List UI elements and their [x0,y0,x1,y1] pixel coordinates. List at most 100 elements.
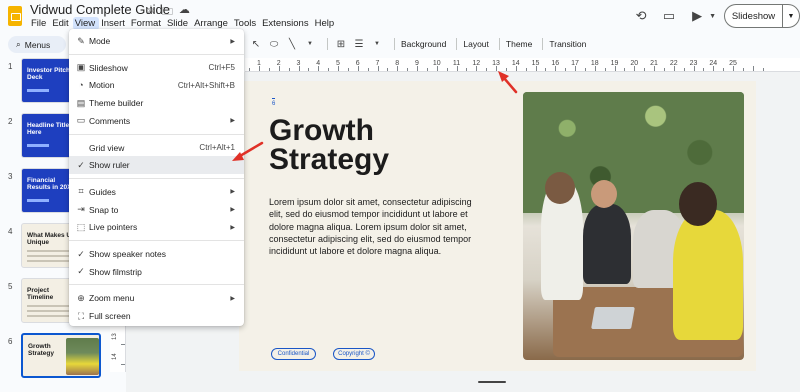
menu-item-show-speaker-notes[interactable]: ✓ Show speaker notes [69,245,244,263]
ruler-number: 7 [375,60,380,67]
theme-button[interactable]: Theme [506,39,532,49]
thumbnail-accent [27,199,49,202]
menu-extensions[interactable]: Extensions [260,17,312,30]
filmstrip-thumbnail[interactable]: Growth Strategy [21,333,101,378]
menu-separator [69,177,244,179]
thumbnail-accent [27,89,49,92]
ruler-tick [446,68,448,71]
ruler-tick [703,68,705,71]
menu-item-label: Guides [89,186,116,197]
ruler-number: 8 [395,60,400,67]
menu-item-shortcut: Ctrl+Alt+1 [199,143,235,152]
slideshow-options-button[interactable]: ▼ [782,4,800,28]
slide-title[interactable]: Growth Strategy [269,116,390,176]
ruler-tick [347,68,349,71]
photo-head [545,172,575,204]
horizontal-ruler[interactable]: 1 2 3 4 5 6 7 8 9 10 11 12 13 14 15 16 17 18 19 20 21 22 23 24 2… [239,58,800,72]
menu-help[interactable]: Help [313,17,339,30]
menu-separator [69,133,244,135]
ruler-number: 13 [492,60,500,67]
filmstrip-slide-number: 6 [8,337,13,346]
slide-title-line: Strategy [269,143,390,176]
ruler-tick [584,68,586,71]
align-icon[interactable]: ☰ [352,39,366,50]
snap-icon: ⇥ [77,204,85,215]
submenu-arrow-icon: ▶ [230,224,235,231]
history-icon[interactable]: ⟲ [630,5,652,27]
menu-edit[interactable]: Edit [50,17,72,30]
background-button[interactable]: Background [401,39,446,49]
ruler-tick [121,344,125,345]
chevron-down-icon[interactable]: ▼ [370,41,384,47]
ruler-number: 18 [590,60,599,67]
ruler-number: 22 [669,60,678,67]
ruler-tick [288,68,290,71]
thumbnail-photo [66,338,99,375]
menu-item-theme-builder[interactable]: ▤ Theme builder [69,94,244,112]
menu-item-show-ruler[interactable]: ✓ Show ruler [69,156,244,175]
chevron-down-icon[interactable]: ▼ [709,13,716,20]
menu-item-guides[interactable]: ⌗ Guides ▶ [69,183,244,201]
photo-person [673,210,743,340]
ruler-tick [545,68,547,71]
filmstrip-slide-number: 4 [8,227,13,236]
check-icon: ✓ [77,248,85,259]
filmstrip-slide-number: 1 [8,62,13,71]
menu-item-live-pointers[interactable]: ⬚ Live pointers ▶ [69,218,244,236]
line-icon[interactable]: ╲ [285,39,299,50]
ruler-number: 19 [610,60,619,67]
menu-item-snap-to[interactable]: ⇥ Snap to ▶ [69,201,244,219]
filmstrip-slide[interactable]: 6 Growth Strategy [0,333,108,385]
ruler-number: 4 [316,60,321,67]
shape-icon[interactable]: ⬭ [267,39,281,50]
menu-item-full-screen[interactable]: ⛶ Full screen [69,307,244,325]
insert-comment-icon[interactable]: ⊞ [334,39,348,50]
slides-logo-icon[interactable] [8,6,22,26]
ruler-number: 13 [112,333,118,340]
ruler-tick [742,68,744,71]
menu-item-label: Full screen [89,311,131,322]
transition-button[interactable]: Transition [549,39,586,49]
menu-item-label: Show filmstrip [89,266,142,277]
menu-item-shortcut: Ctrl+F5 [208,63,235,73]
menu-item-motion[interactable]: ◔ Motion Ctrl+Alt+Shift+B [69,76,244,94]
menu-item-comments[interactable]: ▭ Comments ▶ [69,112,244,130]
menu-item-slideshow[interactable]: ▣ Slideshow Ctrl+F5 [69,59,244,77]
ruler-tick [486,68,488,71]
menu-item-grid-view[interactable]: Grid view Ctrl+Alt+1 [69,139,244,157]
chevron-down-icon[interactable]: ▼ [303,41,317,47]
speaker-notes-handle[interactable] [478,381,506,383]
check-icon: ✓ [77,266,85,277]
comments-icon: ▭ [76,115,86,126]
photo-laptop [591,307,635,329]
ruler-number: 10 [432,60,441,67]
menu-item-mode[interactable]: ✎ Mode ▶ [69,32,244,50]
menus-search-button[interactable]: ⌕ Menus [8,36,66,53]
toolbar-divider [498,38,500,50]
live-pointers-icon: ⬚ [76,221,86,232]
layout-button[interactable]: Layout [463,39,489,49]
ruler-tick [328,68,330,71]
menu-item-show-filmstrip[interactable]: ✓ Show filmstrip [69,263,244,281]
menu-file[interactable]: File [29,17,50,30]
copyright-pill[interactable]: Copyright © [333,348,375,360]
confidential-pill[interactable]: Confidential [271,348,316,360]
theme-builder-icon: ▤ [76,97,86,108]
search-icon: ⌕ [16,39,21,49]
ruler-number: 3 [296,60,301,67]
ruler-tick [644,68,646,71]
slideshow-button[interactable]: Slideshow [724,4,782,28]
ruler-number: 14 [511,60,520,67]
slide-number[interactable]: 6 [272,98,276,107]
slide-photo[interactable] [523,92,744,360]
toolbar-items: ↖ ⬭ ╲ ▼ ⊞ ☰ ▼ Background Layout Theme Tr… [249,38,590,50]
ruler-tick [466,68,468,71]
menu-item-zoom-menu[interactable]: ⊕ Zoom menu ▶ [69,289,244,307]
camera-icon[interactable]: ▶ [686,5,708,27]
menu-item-label: Snap to [89,204,119,215]
select-icon[interactable]: ↖ [249,39,263,50]
menu-item-label: Show speaker notes [89,249,167,259]
slide-body-text[interactable]: Lorem ipsum dolor sit amet, consectetur … [269,196,479,257]
comment-icon[interactable]: ▭ [658,5,680,27]
thumbnail-accent [27,144,49,147]
